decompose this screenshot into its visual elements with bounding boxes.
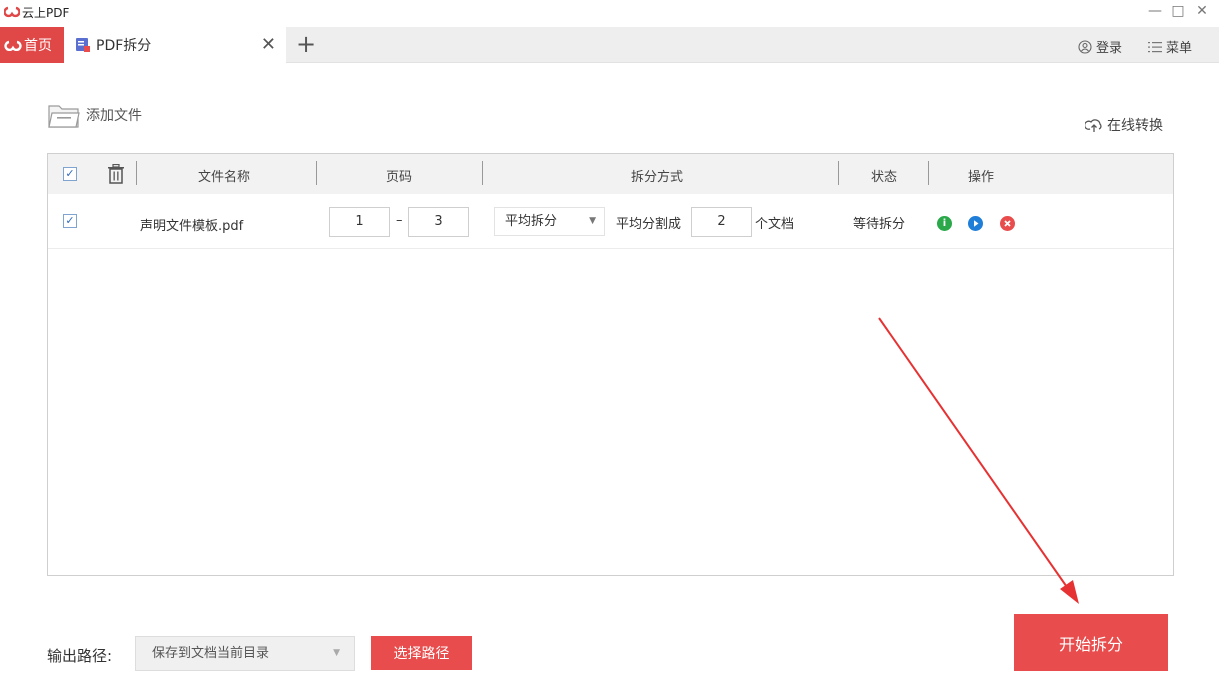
add-tab-icon[interactable]: + [296, 30, 316, 58]
page-range-dash: – [396, 213, 403, 228]
split-suffix-text: 个文档 [755, 217, 795, 232]
menu-icon [1148, 41, 1162, 52]
column-divider [838, 161, 839, 185]
table-row: ✓ 声明文件模板.pdf 1 – 3 平均拆分 ▼ 平均分割成 2 个文档 等待… [48, 194, 1173, 249]
column-actions: 操作 [968, 170, 995, 185]
tab-bar: 首页 PDF拆分 ✕ + 登录 菜单 [0, 27, 1219, 63]
menu-label: 菜单 [1166, 41, 1193, 56]
cloud-upload-icon [1085, 119, 1102, 132]
select-all-checkbox[interactable]: ✓ [63, 167, 77, 181]
close-window-button[interactable]: ✕ [1192, 3, 1212, 19]
output-path-label: 输出路径: [47, 647, 113, 665]
page-from-input[interactable]: 1 [329, 207, 390, 237]
file-table: ✓ 文件名称 页码 拆分方式 状态 操作 ✓ 声明文件模板.pdf 1 – 3 … [47, 153, 1174, 576]
tab-pdf-split-label: PDF拆分 [96, 38, 152, 54]
choose-path-button[interactable]: 选择路径 [371, 636, 472, 670]
column-divider [136, 161, 137, 185]
file-name: 声明文件模板.pdf [140, 219, 244, 234]
user-icon [1078, 39, 1092, 54]
output-path-select[interactable]: 保存到文档当前目录 ▼ [135, 636, 355, 671]
menu-button[interactable]: 菜单 [1148, 37, 1192, 56]
play-icon[interactable] [968, 216, 983, 231]
minimize-button[interactable]: — [1145, 3, 1165, 19]
cloud-logo-icon [4, 6, 20, 18]
row-checkbox[interactable]: ✓ [63, 214, 77, 228]
add-file-button[interactable]: 添加文件 [48, 102, 142, 128]
split-prefix-text: 平均分割成 [616, 217, 682, 232]
online-convert-label: 在线转换 [1107, 118, 1163, 134]
column-pages: 页码 [386, 170, 413, 185]
column-divider [316, 161, 317, 185]
chevron-down-icon: ▼ [589, 216, 596, 226]
trash-icon[interactable] [107, 164, 125, 184]
pdf-doc-icon [76, 38, 90, 52]
tab-home-label: 首页 [24, 38, 52, 54]
cloud-logo-icon [4, 40, 22, 51]
output-path-value: 保存到文档当前目录 [152, 646, 270, 661]
table-header: ✓ 文件名称 页码 拆分方式 状态 操作 [48, 154, 1173, 194]
title-bar: 云上PDF — □ ✕ [0, 0, 1219, 24]
folder-icon [48, 105, 80, 128]
tab-pdf-split[interactable]: PDF拆分 ✕ [64, 27, 286, 63]
close-tab-icon[interactable]: ✕ [261, 34, 276, 55]
split-mode-value: 平均拆分 [505, 214, 558, 229]
start-split-button[interactable]: 开始拆分 [1014, 614, 1168, 671]
column-filename: 文件名称 [198, 170, 251, 185]
page-to-input[interactable]: 3 [408, 207, 469, 237]
login-label: 登录 [1096, 41, 1123, 56]
login-button[interactable]: 登录 [1078, 37, 1122, 56]
status-text: 等待拆分 [853, 217, 906, 232]
split-count-input[interactable]: 2 [691, 207, 752, 237]
chevron-down-icon: ▼ [333, 648, 340, 658]
info-icon[interactable]: i [937, 216, 952, 231]
split-mode-select[interactable]: 平均拆分 ▼ [494, 207, 605, 236]
column-split-mode: 拆分方式 [631, 170, 684, 185]
column-divider [482, 161, 483, 185]
app-title: 云上PDF [22, 6, 70, 20]
tab-home[interactable]: 首页 [0, 27, 64, 63]
column-divider [928, 161, 929, 185]
add-file-label: 添加文件 [86, 108, 142, 124]
maximize-button[interactable]: □ [1168, 3, 1188, 19]
remove-icon[interactable] [1000, 216, 1015, 231]
online-convert-link[interactable]: 在线转换 [1085, 115, 1163, 135]
column-status: 状态 [871, 170, 898, 185]
